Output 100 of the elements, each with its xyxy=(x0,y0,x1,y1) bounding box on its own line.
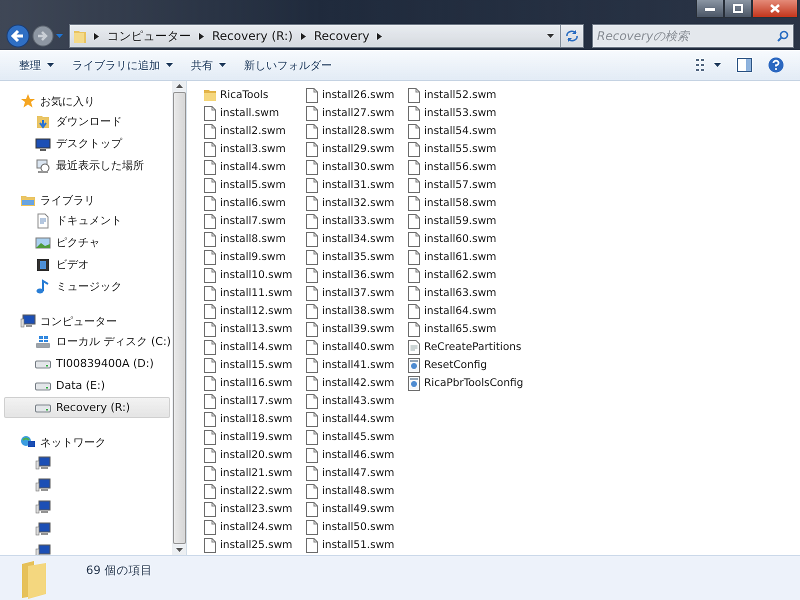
file-item[interactable]: install11.swm xyxy=(203,284,305,302)
file-item[interactable]: install21.swm xyxy=(203,464,305,482)
nav-group[interactable]: ネットワーク xyxy=(0,432,172,452)
breadcrumb[interactable]: コンピューター xyxy=(107,28,191,44)
nav-item[interactable]: Recovery (R:) xyxy=(4,397,170,418)
file-item[interactable]: install24.swm xyxy=(203,518,305,536)
file-item[interactable]: install57.swm xyxy=(407,176,528,194)
nav-item[interactable]: ダウンロード xyxy=(4,111,170,132)
file-item[interactable]: install4.swm xyxy=(203,158,305,176)
file-item[interactable]: install20.swm xyxy=(203,446,305,464)
file-item[interactable]: install58.swm xyxy=(407,194,528,212)
file-item[interactable]: install16.swm xyxy=(203,374,305,392)
nav-item[interactable]: ミュージック xyxy=(4,276,170,297)
file-item[interactable]: install25.swm xyxy=(203,536,305,554)
toolbar-button[interactable]: 整理 xyxy=(10,54,63,76)
file-item[interactable]: install13.swm xyxy=(203,320,305,338)
file-item[interactable]: install61.swm xyxy=(407,248,528,266)
maximize-button[interactable] xyxy=(724,0,752,18)
file-item[interactable]: RicaPbrToolsConfig xyxy=(407,374,528,392)
file-item[interactable]: install8.swm xyxy=(203,230,305,248)
file-item[interactable]: install35.swm xyxy=(305,248,407,266)
file-item[interactable]: install47.swm xyxy=(305,464,407,482)
file-item[interactable]: install34.swm xyxy=(305,230,407,248)
nav-item[interactable]: ビデオ xyxy=(4,254,170,275)
file-item[interactable]: ReCreatePartitions xyxy=(407,338,528,356)
file-item[interactable]: ResetConfig xyxy=(407,356,528,374)
forward-button[interactable] xyxy=(32,25,54,47)
file-item[interactable]: install65.swm xyxy=(407,320,528,338)
file-item[interactable]: install23.swm xyxy=(203,500,305,518)
file-item[interactable]: install41.swm xyxy=(305,356,407,374)
nav-item[interactable]: TI00839400A (D:) xyxy=(4,353,170,374)
file-item[interactable]: install29.swm xyxy=(305,140,407,158)
scrollbar[interactable] xyxy=(172,81,186,555)
file-item[interactable]: install45.swm xyxy=(305,428,407,446)
file-item[interactable]: install60.swm xyxy=(407,230,528,248)
file-item[interactable]: install59.swm xyxy=(407,212,528,230)
toolbar-button[interactable]: 新しいフォルダー xyxy=(235,54,341,76)
file-item[interactable]: install19.swm xyxy=(203,428,305,446)
file-item[interactable]: install12.swm xyxy=(203,302,305,320)
file-item[interactable]: install56.swm xyxy=(407,158,528,176)
file-item[interactable]: install40.swm xyxy=(305,338,407,356)
nav-item[interactable]: ピクチャ xyxy=(4,232,170,253)
file-item[interactable]: install48.swm xyxy=(305,482,407,500)
nav-item[interactable]: ドキュメント xyxy=(4,210,170,231)
file-item[interactable]: install26.swm xyxy=(305,86,407,104)
file-item[interactable]: install36.swm xyxy=(305,266,407,284)
file-item[interactable]: install33.swm xyxy=(305,212,407,230)
file-item[interactable]: install64.swm xyxy=(407,302,528,320)
file-item[interactable]: install14.swm xyxy=(203,338,305,356)
scroll-down-icon[interactable] xyxy=(176,548,182,552)
chevron-icon[interactable] xyxy=(199,32,204,40)
file-item[interactable]: install22.swm xyxy=(203,482,305,500)
scroll-up-icon[interactable] xyxy=(176,84,182,88)
file-item[interactable]: install42.swm xyxy=(305,374,407,392)
search-field[interactable]: Recoveryの検索 xyxy=(592,24,794,48)
file-item[interactable]: install50.swm xyxy=(305,518,407,536)
file-item[interactable]: RicaTools xyxy=(203,86,305,104)
back-button[interactable] xyxy=(6,24,30,48)
file-item[interactable]: install38.swm xyxy=(305,302,407,320)
file-item[interactable]: install46.swm xyxy=(305,446,407,464)
chevron-icon[interactable] xyxy=(300,32,306,40)
file-item[interactable]: install30.swm xyxy=(305,158,407,176)
file-item[interactable]: install32.swm xyxy=(305,194,407,212)
toolbar-button[interactable]: 共有 xyxy=(182,54,235,76)
nav-group[interactable]: ライブラリ xyxy=(0,190,172,210)
file-item[interactable]: install2.swm xyxy=(203,122,305,140)
nav-group[interactable]: お気に入り xyxy=(0,91,172,111)
file-item[interactable]: install54.swm xyxy=(407,122,528,140)
nav-group[interactable]: コンピューター xyxy=(0,311,172,331)
breadcrumb[interactable]: Recovery xyxy=(314,29,370,43)
file-item[interactable]: install27.swm xyxy=(305,104,407,122)
nav-item[interactable]: Data (E:) xyxy=(4,375,170,396)
nav-item[interactable]: デスクトップ xyxy=(4,133,170,154)
nav-item[interactable]: ローカル ディスク (C:) xyxy=(4,331,170,352)
file-item[interactable]: install44.swm xyxy=(305,410,407,428)
file-item[interactable]: install15.swm xyxy=(203,356,305,374)
address-bar[interactable]: コンピューター Recovery (R:) Recovery xyxy=(69,24,584,48)
file-item[interactable]: install9.swm xyxy=(203,248,305,266)
file-item[interactable]: install62.swm xyxy=(407,266,528,284)
file-item[interactable]: install53.swm xyxy=(407,104,528,122)
minimize-button[interactable] xyxy=(696,0,724,18)
file-item[interactable]: install63.swm xyxy=(407,284,528,302)
file-item[interactable]: install17.swm xyxy=(203,392,305,410)
breadcrumb[interactable]: Recovery (R:) xyxy=(212,29,293,43)
file-item[interactable]: install51.swm xyxy=(305,536,407,554)
chevron-icon[interactable] xyxy=(94,32,99,40)
file-item[interactable]: install18.swm xyxy=(203,410,305,428)
nav-item[interactable]: 最近表示した場所 xyxy=(4,155,170,176)
close-button[interactable] xyxy=(752,0,798,18)
file-item[interactable]: install.swm xyxy=(203,104,305,122)
file-item[interactable]: install7.swm xyxy=(203,212,305,230)
file-item[interactable]: install52.swm xyxy=(407,86,528,104)
file-item[interactable]: install10.swm xyxy=(203,266,305,284)
chevron-icon[interactable] xyxy=(377,32,382,40)
file-item[interactable]: install39.swm xyxy=(305,320,407,338)
file-item[interactable]: install37.swm xyxy=(305,284,407,302)
file-item[interactable]: install31.swm xyxy=(305,176,407,194)
file-item[interactable]: install28.swm xyxy=(305,122,407,140)
file-item[interactable]: install43.swm xyxy=(305,392,407,410)
file-item[interactable]: install6.swm xyxy=(203,194,305,212)
